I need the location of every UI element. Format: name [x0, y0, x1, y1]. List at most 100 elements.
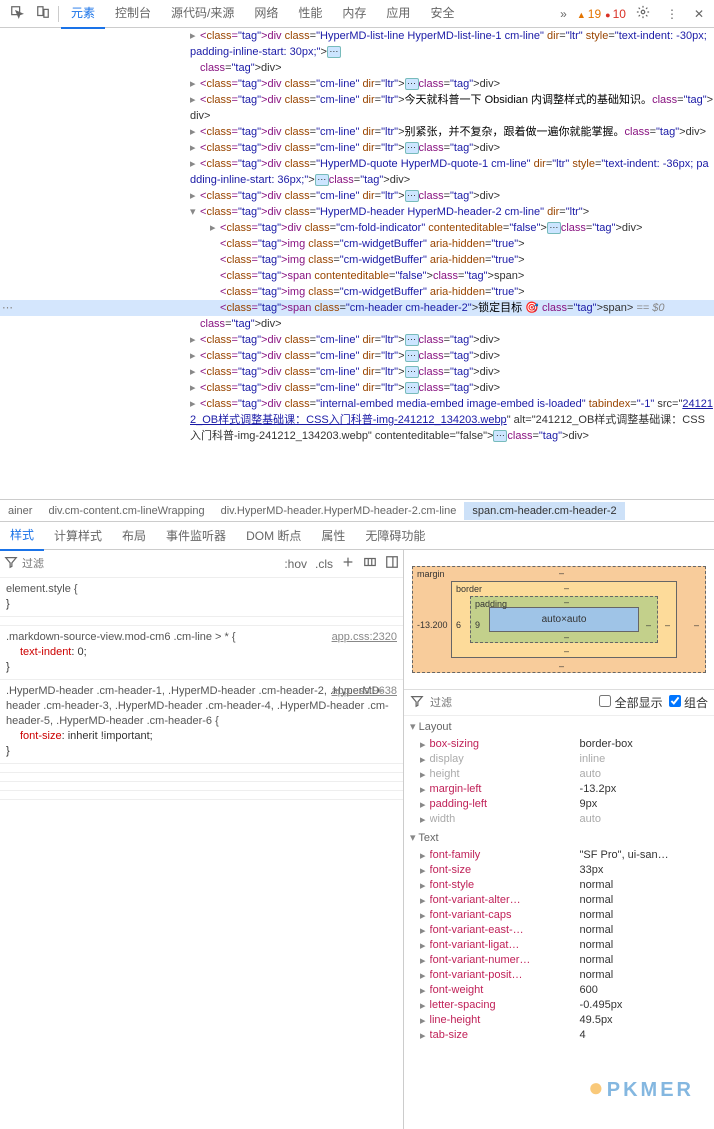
- dom-node[interactable]: <class="tag">img class="cm-widgetBuffer"…: [0, 252, 714, 268]
- styles-tabs: 样式 计算样式 布局 事件监听器 DOM 断点 属性 无障碍功能: [0, 522, 714, 550]
- subtab-listeners[interactable]: 事件监听器: [156, 521, 236, 550]
- styles-toolbar: :hov .cls: [0, 550, 403, 578]
- subtab-a11y[interactable]: 无障碍功能: [355, 521, 435, 550]
- dom-node[interactable]: ▸<class="tag">div class="cm-line" dir="l…: [0, 124, 714, 140]
- subtab-layout[interactable]: 布局: [112, 521, 156, 550]
- computed-row[interactable]: padding-left9px: [404, 797, 714, 812]
- rule-source[interactable]: app.css:9638: [332, 684, 397, 699]
- dom-node[interactable]: <class="tag">img class="cm-widgetBuffer"…: [0, 284, 714, 300]
- errors-badge[interactable]: 10: [605, 7, 626, 21]
- tab-security[interactable]: 安全: [420, 0, 464, 29]
- tab-elements[interactable]: 元素: [61, 0, 105, 29]
- computed-row[interactable]: font-stylenormal: [404, 878, 714, 893]
- breadcrumb-item[interactable]: div.HyperMD-header.HyperMD-header-2.cm-l…: [213, 502, 465, 520]
- dom-node[interactable]: ▸<class="tag">div class="HyperMD-quote H…: [0, 156, 714, 188]
- hov-toggle[interactable]: :hov: [284, 557, 307, 571]
- computed-row[interactable]: widthauto: [404, 812, 714, 827]
- dom-tree[interactable]: ▸<class="tag">div class="HyperMD-list-li…: [0, 28, 714, 500]
- computed-section[interactable]: Text: [404, 827, 714, 848]
- warnings-badge[interactable]: 19: [577, 7, 601, 21]
- css-rule[interactable]: app.css:2320.markdown-source-view.mod-cm…: [0, 626, 403, 680]
- close-icon[interactable]: ✕: [688, 3, 710, 25]
- tab-sources[interactable]: 源代码/来源: [161, 0, 244, 29]
- settings-icon[interactable]: [630, 1, 656, 26]
- css-rule[interactable]: </span><div class="sel">* {</div><div st…: [0, 764, 403, 773]
- styles-pane: :hov .cls element.style {}</span><div cl…: [0, 550, 404, 1129]
- dom-node[interactable]: ▸<class="tag">div class="HyperMD-list-li…: [0, 28, 714, 60]
- subtab-styles[interactable]: 样式: [0, 520, 44, 551]
- tab-memory[interactable]: 内存: [332, 0, 376, 29]
- dom-node[interactable]: ▸<class="tag">div class="cm-line" dir="l…: [0, 348, 714, 364]
- computed-section[interactable]: Layout: [404, 716, 714, 737]
- styles-rules[interactable]: element.style {}</span><div class="sel">…: [0, 578, 403, 1129]
- subtab-props[interactable]: 属性: [311, 521, 355, 550]
- dom-node[interactable]: ▸<class="tag">div class="cm-line" dir="l…: [0, 188, 714, 204]
- show-all-checkbox[interactable]: 全部显示: [599, 694, 662, 711]
- tab-network[interactable]: 网络: [244, 0, 288, 29]
- computed-row[interactable]: font-weight600: [404, 983, 714, 998]
- computed-filter-input[interactable]: [430, 697, 593, 709]
- breadcrumb-item[interactable]: div.cm-content.cm-lineWrapping: [40, 502, 212, 520]
- computed-row[interactable]: font-variant-east-…normal: [404, 923, 714, 938]
- filter-icon: [410, 694, 424, 711]
- styles-filter-input[interactable]: [22, 558, 92, 570]
- inspect-icon[interactable]: [4, 1, 30, 26]
- separator: [58, 6, 59, 22]
- computed-list[interactable]: Layoutbox-sizingborder-boxdisplayinlineh…: [404, 716, 714, 1129]
- cls-toggle[interactable]: .cls: [315, 557, 333, 571]
- rule-source[interactable]: app.css:2320: [332, 630, 397, 645]
- css-rule[interactable]: </span><div class="sel">.heading-decorat…: [0, 617, 403, 626]
- new-rule-icon[interactable]: [341, 555, 355, 572]
- dom-node[interactable]: ▸<class="tag">div class="cm-line" dir="l…: [0, 380, 714, 396]
- kebab-icon[interactable]: ⋮: [660, 3, 684, 25]
- group-checkbox[interactable]: 组合: [669, 694, 708, 711]
- computed-row[interactable]: font-variant-alter…normal: [404, 893, 714, 908]
- computed-row[interactable]: heightauto: [404, 767, 714, 782]
- dom-node[interactable]: ▾<class="tag">div class="HyperMD-header …: [0, 204, 714, 220]
- device-icon[interactable]: [30, 1, 56, 26]
- dom-node[interactable]: ▸<class="tag">div class="cm-line" dir="l…: [0, 332, 714, 348]
- css-rule[interactable]: element.style {}: [0, 578, 403, 617]
- flexbox-icon[interactable]: [363, 555, 377, 572]
- computed-row[interactable]: font-family"SF Pro", ui-san…: [404, 848, 714, 863]
- computed-row[interactable]: font-variant-numer…normal: [404, 953, 714, 968]
- dom-node[interactable]: ▸<class="tag">div class="cm-line" dir="l…: [0, 92, 714, 124]
- computed-row[interactable]: font-variant-capsnormal: [404, 908, 714, 923]
- dom-node[interactable]: <class="tag">span contenteditable="false…: [0, 268, 714, 284]
- subtab-computed[interactable]: 计算样式: [44, 521, 112, 550]
- more-tabs-icon[interactable]: »: [554, 3, 573, 25]
- dom-node[interactable]: <class="tag">img class="cm-widgetBuffer"…: [0, 236, 714, 252]
- computed-row[interactable]: box-sizingborder-box: [404, 737, 714, 752]
- computed-panel-icon[interactable]: [385, 555, 399, 572]
- computed-row[interactable]: tab-size4: [404, 1028, 714, 1043]
- css-rule[interactable]: </span><div class="sel">* {</div><div st…: [0, 782, 403, 791]
- margin-label: margin: [417, 569, 445, 579]
- box-model[interactable]: margin – -13.200 – – border – 6 – – padd…: [404, 550, 714, 690]
- tab-performance[interactable]: 性能: [288, 0, 332, 29]
- computed-row[interactable]: margin-left-13.2px: [404, 782, 714, 797]
- dom-node[interactable]: ▸<class="tag">div class="cm-fold-indicat…: [0, 220, 714, 236]
- dom-node[interactable]: class="tag">div>: [0, 316, 714, 332]
- css-rule[interactable]: </span><div class="sel">* {</div><div st…: [0, 773, 403, 782]
- tab-console[interactable]: 控制台: [105, 0, 161, 29]
- computed-row[interactable]: line-height49.5px: [404, 1013, 714, 1028]
- subtab-dombreak[interactable]: DOM 断点: [236, 521, 311, 550]
- computed-row[interactable]: font-size33px: [404, 863, 714, 878]
- dom-node[interactable]: ▸<class="tag">div class="cm-line" dir="l…: [0, 140, 714, 156]
- dom-node[interactable]: ▸<class="tag">div class="cm-line" dir="l…: [0, 76, 714, 92]
- dom-node[interactable]: class="tag">div>: [0, 60, 714, 76]
- tab-application[interactable]: 应用: [376, 0, 420, 29]
- dom-node[interactable]: ▸<class="tag">div class="cm-line" dir="l…: [0, 364, 714, 380]
- computed-row[interactable]: font-variant-ligat…normal: [404, 938, 714, 953]
- breadcrumb[interactable]: ainer div.cm-content.cm-lineWrapping div…: [0, 500, 714, 522]
- computed-row[interactable]: letter-spacing-0.495px: [404, 998, 714, 1013]
- padding-label: padding: [475, 599, 507, 609]
- computed-row[interactable]: font-variant-posit…normal: [404, 968, 714, 983]
- css-rule[interactable]: app.css:9638.HyperMD-header .cm-header-1…: [0, 680, 403, 764]
- dom-node[interactable]: ▸<class="tag">div class="internal-embed …: [0, 396, 714, 444]
- computed-row[interactable]: displayinline: [404, 752, 714, 767]
- dom-node[interactable]: ⋯<class="tag">span class="cm-header cm-h…: [0, 300, 714, 316]
- breadcrumb-partial[interactable]: ainer: [0, 502, 40, 520]
- css-rule[interactable]: </span><div class="sel">* {</div><div st…: [0, 791, 403, 800]
- breadcrumb-item-selected[interactable]: span.cm-header.cm-header-2: [464, 502, 624, 520]
